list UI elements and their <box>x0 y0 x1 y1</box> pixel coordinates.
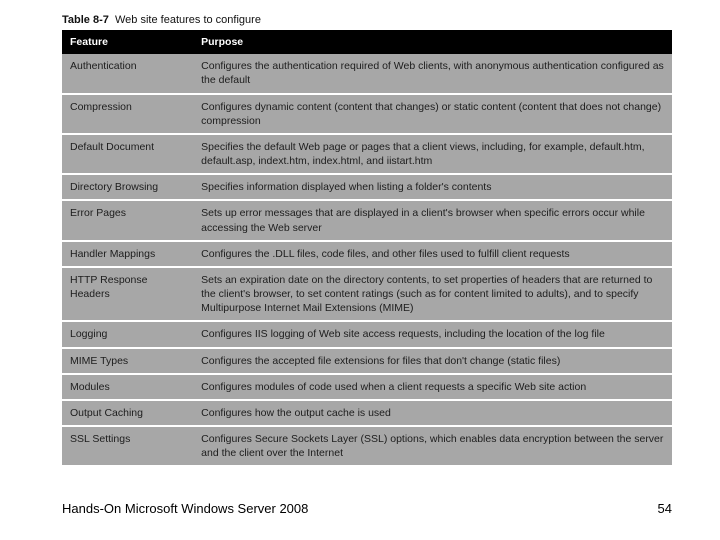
table-row: Modules Configures modules of code used … <box>62 374 672 400</box>
cell-feature: Modules <box>62 374 193 400</box>
footer-title: Hands-On Microsoft Windows Server 2008 <box>62 501 308 516</box>
table-caption: Table 8-7 Web site features to configure <box>62 14 672 26</box>
table-row: HTTP Response Headers Sets an expiration… <box>62 267 672 322</box>
cell-feature: Logging <box>62 321 193 347</box>
table-caption-text: Web site features to configure <box>115 14 261 26</box>
cell-purpose: Configures the .DLL files, code files, a… <box>193 241 672 267</box>
table-row: SSL Settings Configures Secure Sockets L… <box>62 426 672 465</box>
col-header-feature: Feature <box>62 30 193 54</box>
cell-purpose: Configures dynamic content (content that… <box>193 94 672 134</box>
cell-purpose: Configures how the output cache is used <box>193 400 672 426</box>
slide-content: Table 8-7 Web site features to configure… <box>0 0 720 465</box>
table-row: Compression Configures dynamic content (… <box>62 94 672 134</box>
cell-feature: Output Caching <box>62 400 193 426</box>
table-row: Handler Mappings Configures the .DLL fil… <box>62 241 672 267</box>
features-table: Feature Purpose Authentication Configure… <box>62 30 672 465</box>
footer: Hands-On Microsoft Windows Server 2008 5… <box>62 501 672 516</box>
cell-purpose: Configures Secure Sockets Layer (SSL) op… <box>193 426 672 465</box>
cell-purpose: Specifies information displayed when lis… <box>193 174 672 200</box>
cell-purpose: Sets up error messages that are displaye… <box>193 200 672 240</box>
table-row: Directory Browsing Specifies information… <box>62 174 672 200</box>
cell-feature: HTTP Response Headers <box>62 267 193 322</box>
cell-feature: Directory Browsing <box>62 174 193 200</box>
cell-purpose: Configures the authentication required o… <box>193 54 672 93</box>
cell-purpose: Specifies the default Web page or pages … <box>193 134 672 174</box>
cell-feature: Error Pages <box>62 200 193 240</box>
table-label: Table 8-7 <box>62 14 109 26</box>
table-header-row: Feature Purpose <box>62 30 672 54</box>
table-row: Output Caching Configures how the output… <box>62 400 672 426</box>
cell-feature: Handler Mappings <box>62 241 193 267</box>
cell-purpose: Configures modules of code used when a c… <box>193 374 672 400</box>
table-row: Authentication Configures the authentica… <box>62 54 672 93</box>
cell-feature: Default Document <box>62 134 193 174</box>
table-row: Default Document Specifies the default W… <box>62 134 672 174</box>
cell-feature: Compression <box>62 94 193 134</box>
table-row: Logging Configures IIS logging of Web si… <box>62 321 672 347</box>
cell-purpose: Configures IIS logging of Web site acces… <box>193 321 672 347</box>
table-row: Error Pages Sets up error messages that … <box>62 200 672 240</box>
col-header-purpose: Purpose <box>193 30 672 54</box>
cell-feature: Authentication <box>62 54 193 93</box>
cell-purpose: Configures the accepted file extensions … <box>193 348 672 374</box>
cell-purpose: Sets an expiration date on the directory… <box>193 267 672 322</box>
cell-feature: SSL Settings <box>62 426 193 465</box>
page-number: 54 <box>658 501 672 516</box>
cell-feature: MIME Types <box>62 348 193 374</box>
table-row: MIME Types Configures the accepted file … <box>62 348 672 374</box>
